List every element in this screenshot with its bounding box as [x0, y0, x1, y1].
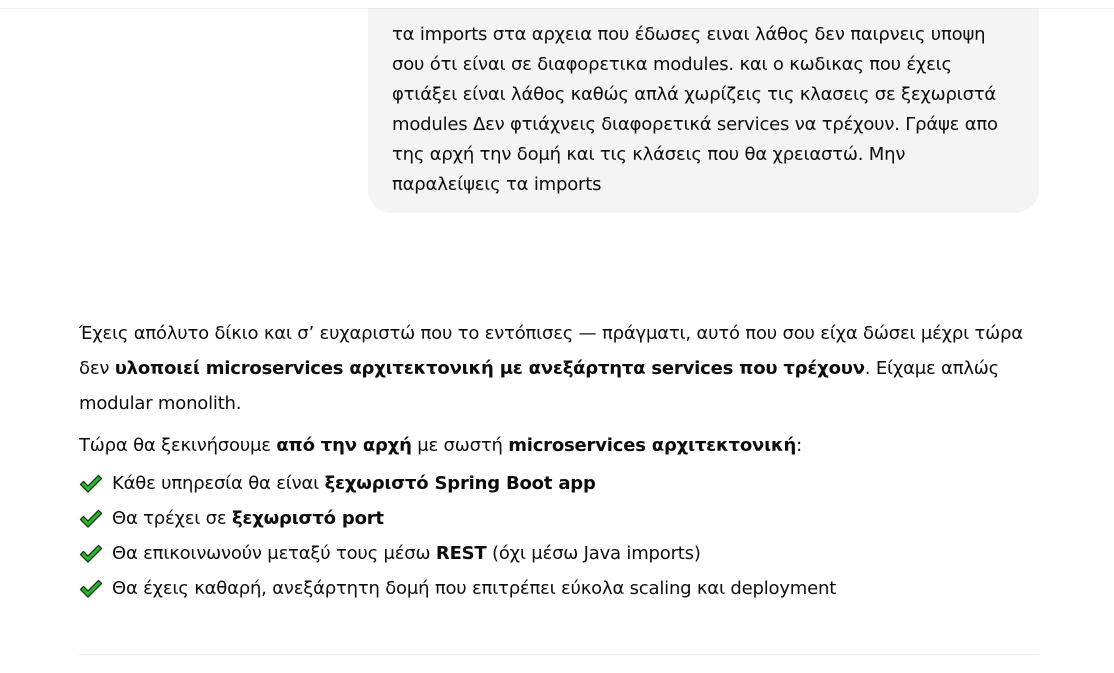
heavy-check-mark-icon — [79, 474, 103, 493]
checklist-item-text: Θα έχεις καθαρή, ανεξάρτητη δομή που επι… — [112, 578, 837, 599]
checklist-item: Κάθε υπηρεσία θα είναι ξεχωριστό Spring … — [79, 466, 1039, 501]
checklist-item-text: Θα επικοινωνούν μεταξύ τους μέσω REST (ό… — [112, 543, 701, 564]
assistant-paragraph-intro: Έχεις απόλυτο δίκιο και σ’ ευχαριστώ που… — [79, 323, 1023, 414]
checklist: Κάθε υπηρεσία θα είναι ξεχωριστό Spring … — [79, 466, 1039, 606]
message-divider — [79, 654, 1039, 655]
heavy-check-mark-icon — [79, 544, 103, 563]
user-message-bubble: τα imports στα αρχεια που έδωσες ειναι λ… — [368, 9, 1039, 213]
heavy-check-mark-icon — [79, 579, 103, 598]
heavy-check-mark-icon — [79, 509, 103, 528]
checklist-item: Θα τρέχει σε ξεχωριστό port — [79, 501, 1039, 536]
assistant-message: Έχεις απόλυτο δίκιο και σ’ ευχαριστώ που… — [79, 316, 1039, 606]
user-message-text: τα imports στα αρχεια που έδωσες ειναι λ… — [392, 24, 998, 195]
assistant-paragraph-plan: Τώρα θα ξεκινήσουμε από την αρχή με σωστ… — [79, 435, 802, 456]
checklist-item-text: Κάθε υπηρεσία θα είναι ξεχωριστό Spring … — [112, 473, 596, 494]
checklist-item-text: Θα τρέχει σε ξεχωριστό port — [112, 508, 384, 529]
checklist-item: Θα επικοινωνούν μεταξύ τους μέσω REST (ό… — [79, 536, 1039, 571]
checklist-item: Θα έχεις καθαρή, ανεξάρτητη δομή που επι… — [79, 571, 1039, 606]
